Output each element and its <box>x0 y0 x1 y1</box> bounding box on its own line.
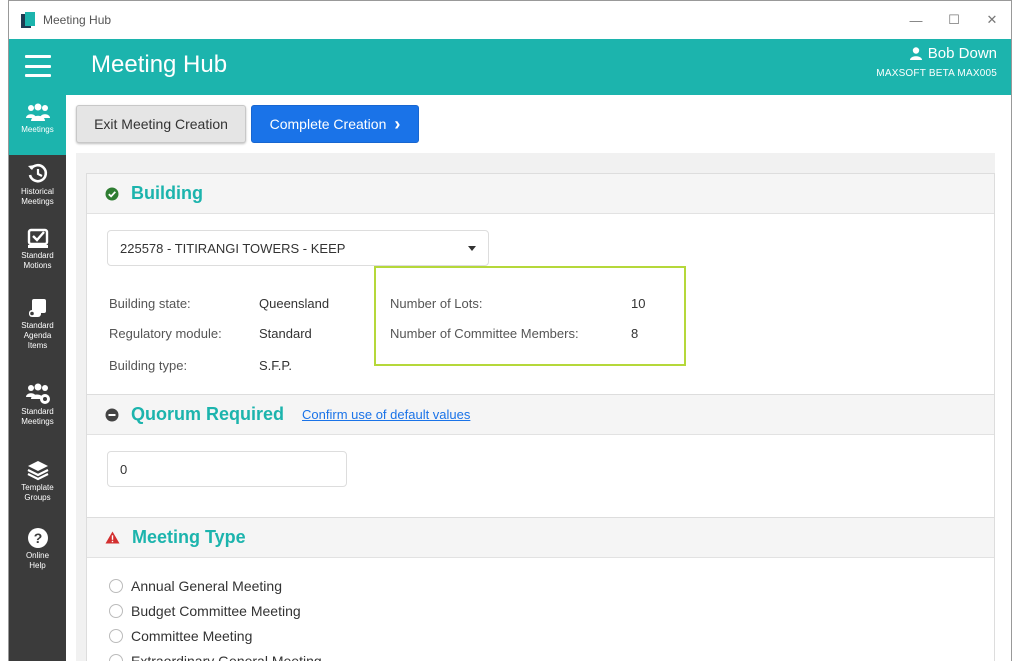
radio-committee-meeting[interactable]: Committee Meeting <box>109 628 252 644</box>
radio-button[interactable] <box>109 654 123 661</box>
maximize-button[interactable]: ☐ <box>935 1 973 39</box>
number-of-lots-value: 10 <box>631 296 646 311</box>
radio-budget-committee-meeting[interactable]: Budget Committee Meeting <box>109 603 301 619</box>
committee-members-value: 8 <box>631 326 639 341</box>
committee-members-label: Number of Committee Members: <box>390 326 579 341</box>
radio-button[interactable] <box>109 629 123 643</box>
layers-icon <box>27 461 48 481</box>
minimize-button[interactable]: — <box>897 1 935 39</box>
building-state-label: Building state: <box>109 296 191 311</box>
content-area: Building 225578 - TITIRANGI TOWERS - KEE… <box>76 153 995 661</box>
sidebar-item-meetings[interactable]: Meetings <box>9 95 66 155</box>
building-card-header: Building <box>87 174 994 214</box>
minus-circle-icon <box>105 408 119 421</box>
sidebar-label: Motions <box>23 261 52 270</box>
regulatory-module-value: Standard <box>259 326 312 341</box>
quorum-title: Quorum Required <box>131 404 285 424</box>
check-circle-icon <box>105 187 119 200</box>
radio-button[interactable] <box>109 604 123 618</box>
meeting-type-card: Meeting Type Annual General Meeting Budg… <box>86 517 995 661</box>
sidebar-label: Meetings <box>21 125 54 134</box>
app-logo-icon <box>21 12 35 28</box>
agenda-icon <box>28 299 46 317</box>
radio-button[interactable] <box>109 579 123 593</box>
exit-meeting-creation-button[interactable]: Exit Meeting Creation <box>76 105 246 143</box>
quorum-input[interactable]: 0 <box>107 451 347 487</box>
building-card: Building 225578 - TITIRANGI TOWERS - KEE… <box>86 173 995 395</box>
building-state-value: Queensland <box>259 296 330 311</box>
help-icon: ? <box>27 528 48 548</box>
complete-creation-button[interactable]: Complete Creation › <box>251 105 419 143</box>
app-name: Meeting Hub <box>91 51 228 78</box>
sidebar-item-historical-meetings[interactable]: Historical Meetings <box>9 163 66 207</box>
sidebar-item-standard-meetings[interactable]: Standard Meetings <box>9 383 66 427</box>
main-area: Exit Meeting Creation Complete Creation … <box>66 95 1011 661</box>
user-subtitle: MAXSOFT BETA MAX005 <box>876 68 997 79</box>
warning-icon <box>105 531 120 544</box>
motions-icon <box>27 228 48 248</box>
sidebar-item-template-groups[interactable]: Template Groups <box>9 459 66 503</box>
hamburger-menu-icon[interactable] <box>25 55 51 77</box>
caret-down-icon <box>468 246 476 251</box>
chevron-right-icon: › <box>394 113 401 134</box>
sidebar-label: Items <box>27 341 48 350</box>
number-of-lots-label: Number of Lots: <box>390 296 483 311</box>
sidebar-item-standard-motions[interactable]: Standard Motions <box>9 227 66 271</box>
sidebar: Meetings Historical Meetings Standard Mo… <box>9 95 66 661</box>
user-name: Bob Down <box>927 45 997 62</box>
building-type-value: S.F.P. <box>259 358 293 373</box>
sidebar-item-online-help[interactable]: ? Online Help <box>9 527 66 571</box>
radio-label: Committee Meeting <box>131 628 253 644</box>
app-window: Meeting Hub — ☐ ✕ Meeting Hub Bob Down M… <box>8 0 1012 661</box>
user-block[interactable]: Bob Down MAXSOFT BETA MAX005 <box>876 45 997 79</box>
user-icon <box>909 47 922 60</box>
radio-extraordinary-general-meeting[interactable]: Extraordinary General Meeting <box>109 653 322 661</box>
sidebar-label: Meetings <box>21 197 54 206</box>
regulatory-module-label: Regulatory module: <box>109 326 222 341</box>
building-type-label: Building type: <box>109 358 188 373</box>
radio-label: Extraordinary General Meeting <box>131 653 322 661</box>
quorum-value: 0 <box>120 461 128 477</box>
toolbar: Exit Meeting Creation Complete Creation … <box>66 95 1011 153</box>
sidebar-label: Standard <box>21 251 54 260</box>
sidebar-label: Help <box>29 561 46 570</box>
confirm-default-values-link[interactable]: Confirm use of default values <box>302 407 470 422</box>
meeting-type-title: Meeting Type <box>132 527 246 547</box>
radio-label: Budget Committee Meeting <box>131 603 301 619</box>
sidebar-label: Meetings <box>21 417 54 426</box>
building-title: Building <box>131 183 203 203</box>
standard-meetings-icon <box>25 383 50 404</box>
quorum-card: Quorum Required Confirm use of default v… <box>86 394 995 518</box>
window-title: Meeting Hub <box>43 13 112 27</box>
quorum-card-header: Quorum Required Confirm use of default v… <box>87 395 994 435</box>
meetings-icon <box>25 103 50 121</box>
title-bar: Meeting Hub — ☐ ✕ <box>9 1 1011 39</box>
radio-label: Annual General Meeting <box>131 578 282 594</box>
history-icon <box>27 163 47 183</box>
sidebar-label: Groups <box>24 493 51 502</box>
close-button[interactable]: ✕ <box>973 1 1011 39</box>
sidebar-label: Standard <box>21 321 54 330</box>
window-controls: — ☐ ✕ <box>897 1 1011 39</box>
sidebar-label: Standard <box>21 407 54 416</box>
sidebar-label: Template <box>21 483 54 492</box>
sidebar-label: Online <box>25 551 50 560</box>
radio-annual-general-meeting[interactable]: Annual General Meeting <box>109 578 282 594</box>
complete-creation-label: Complete Creation <box>269 116 387 132</box>
sidebar-label: Historical <box>21 187 54 196</box>
svg-text:?: ? <box>33 530 42 546</box>
sidebar-label: Agenda <box>23 331 52 340</box>
highlight-box <box>374 266 686 366</box>
building-selected-value: 225578 - TITIRANGI TOWERS - KEEP <box>120 240 346 256</box>
meeting-type-card-header: Meeting Type <box>87 518 994 558</box>
app-header: Meeting Hub Bob Down MAXSOFT BETA MAX005 <box>9 39 1011 95</box>
sidebar-item-standard-agenda-items[interactable]: Standard Agenda Items <box>9 297 66 351</box>
building-select[interactable]: 225578 - TITIRANGI TOWERS - KEEP <box>107 230 489 266</box>
